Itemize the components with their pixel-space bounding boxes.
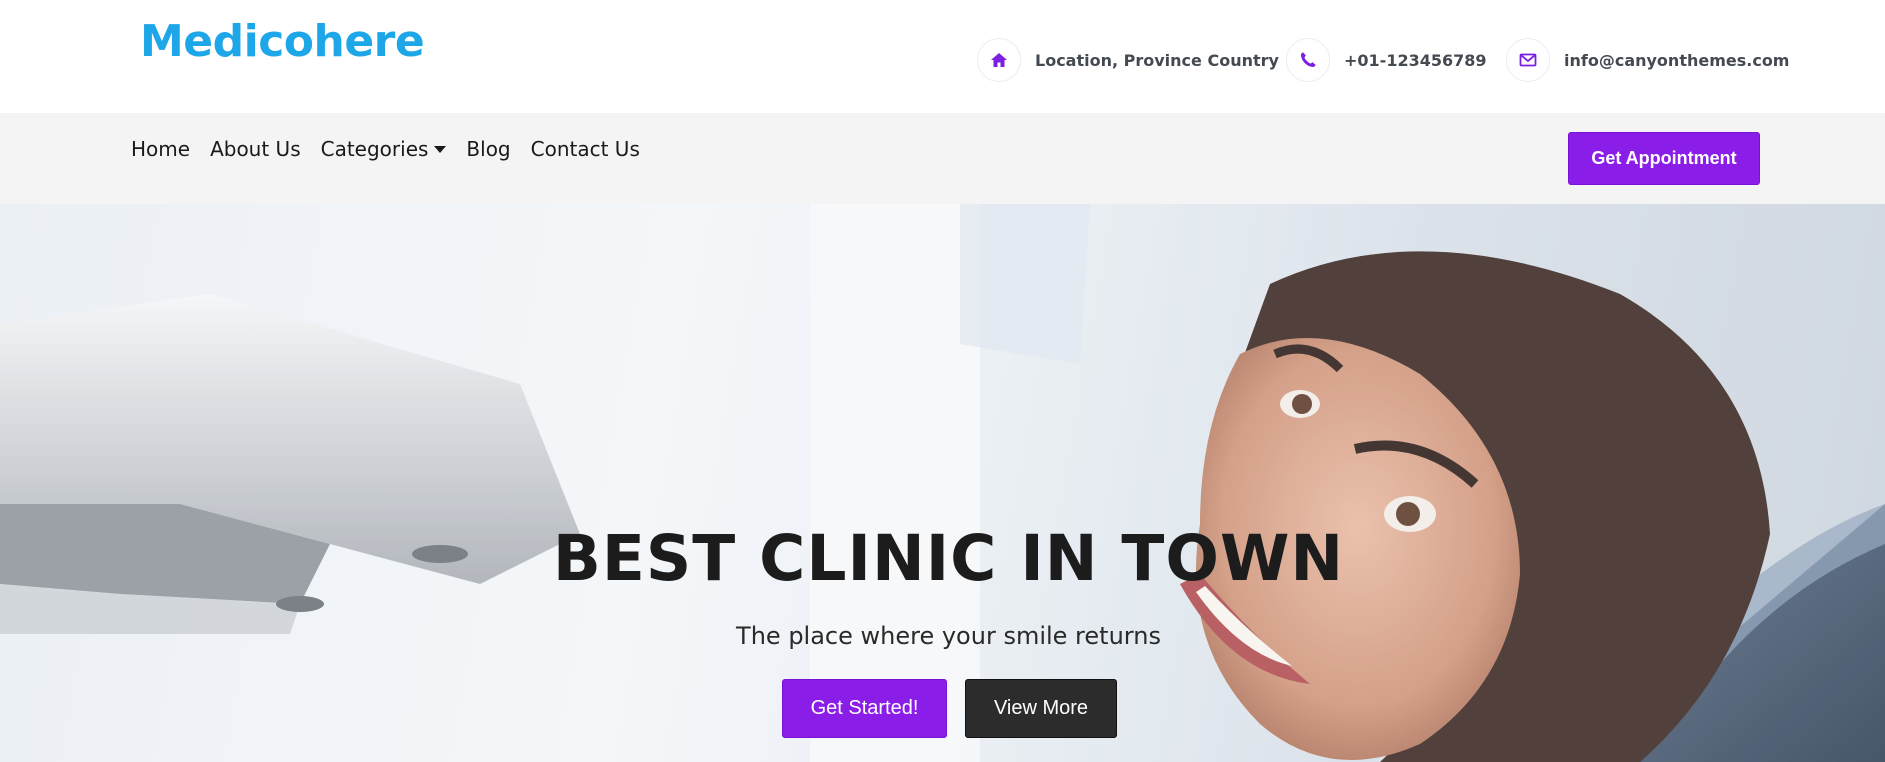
hero-title: BEST CLINIC IN TOWN [552,522,1345,595]
main-nav: Home About Us Categories Blog Contact Us… [0,113,1885,204]
site-logo[interactable]: Medicohere [140,16,425,67]
phone-icon [1286,38,1330,82]
top-header: Medicohere Location, Province Country +0… [0,0,1885,113]
get-started-button[interactable]: Get Started! [782,679,947,738]
envelope-icon [1506,38,1550,82]
email-text: info@canyonthemes.com [1564,50,1790,70]
hero-subtitle: The place where your smile returns [736,622,1161,650]
nav-item-categories[interactable]: Categories [321,137,447,161]
location-text: Location, Province Country [1035,50,1279,70]
contact-phone[interactable]: +01-123456789 [1286,38,1487,82]
caret-down-icon [434,145,447,153]
view-more-button[interactable]: View More [965,679,1117,738]
get-appointment-button[interactable]: Get Appointment [1568,132,1760,185]
nav-item-categories-label: Categories [320,137,429,161]
home-icon [977,38,1021,82]
nav-item-about-us[interactable]: About Us [210,137,301,161]
contact-email[interactable]: info@canyonthemes.com [1506,38,1789,82]
nav-menu: Home About Us Categories Blog Contact Us [131,137,660,161]
phone-text: +01-123456789 [1344,50,1487,70]
contact-location: Location, Province Country [977,38,1279,82]
nav-item-home[interactable]: Home [131,137,190,161]
nav-item-blog[interactable]: Blog [466,137,510,161]
hero-banner: BEST CLINIC IN TOWN The place where your… [0,204,1885,762]
nav-item-contact-us[interactable]: Contact Us [531,137,640,161]
